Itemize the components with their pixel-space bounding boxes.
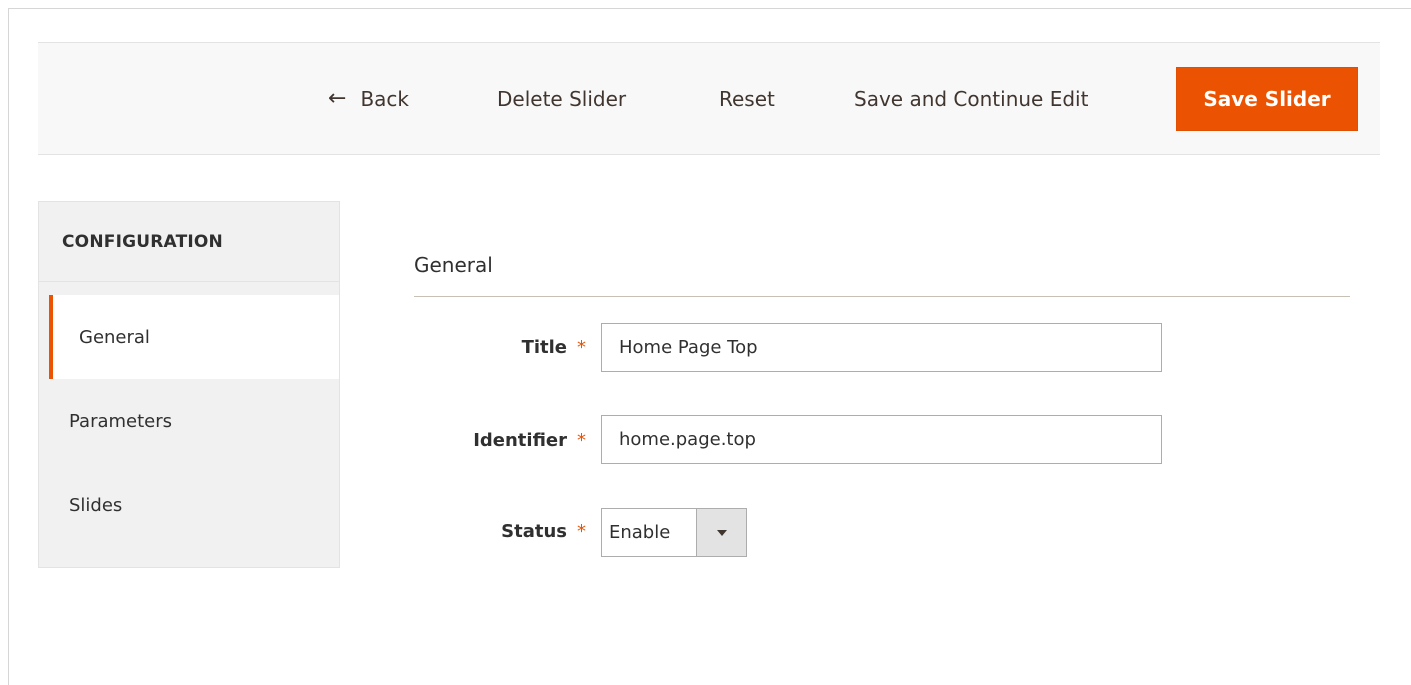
sidenav-item-slides[interactable]: Slides: [39, 463, 339, 547]
status-select-toggle[interactable]: [696, 509, 746, 556]
reset-button[interactable]: Reset: [719, 67, 775, 131]
save-and-continue-button[interactable]: Save and Continue Edit: [854, 67, 1088, 131]
title-input[interactable]: [601, 323, 1162, 372]
delete-slider-button[interactable]: Delete Slider: [497, 67, 626, 131]
page-actions-toolbar: ← Back Delete Slider Reset Save and Cont…: [38, 42, 1380, 155]
sidenav-item-general[interactable]: General: [49, 295, 339, 379]
save-slider-button[interactable]: Save Slider: [1176, 67, 1358, 131]
back-button-label: Back: [360, 87, 409, 111]
required-mark: *: [577, 521, 586, 542]
identifier-input[interactable]: [601, 415, 1162, 464]
arrow-left-icon: ←: [328, 86, 347, 111]
required-mark: *: [577, 430, 586, 451]
identifier-label-text: Identifier: [473, 430, 567, 451]
required-mark: *: [577, 337, 586, 358]
status-field-label: Status *: [386, 521, 586, 542]
identifier-field-label: Identifier *: [386, 430, 586, 451]
configuration-sidenav: CONFIGURATION General Parameters Slides: [38, 201, 340, 568]
status-label-text: Status: [501, 521, 567, 542]
sidenav-item-parameters[interactable]: Parameters: [39, 379, 339, 463]
sidenav-title: CONFIGURATION: [39, 202, 339, 282]
status-select[interactable]: Enable: [601, 508, 747, 557]
title-label-text: Title: [521, 337, 567, 358]
sidenav-list: General Parameters Slides: [39, 295, 339, 547]
status-select-value: Enable: [609, 522, 671, 543]
back-button[interactable]: ← Back: [328, 67, 409, 131]
section-title: General: [414, 249, 1350, 297]
caret-down-icon: [716, 529, 727, 536]
title-field-label: Title *: [386, 337, 586, 358]
